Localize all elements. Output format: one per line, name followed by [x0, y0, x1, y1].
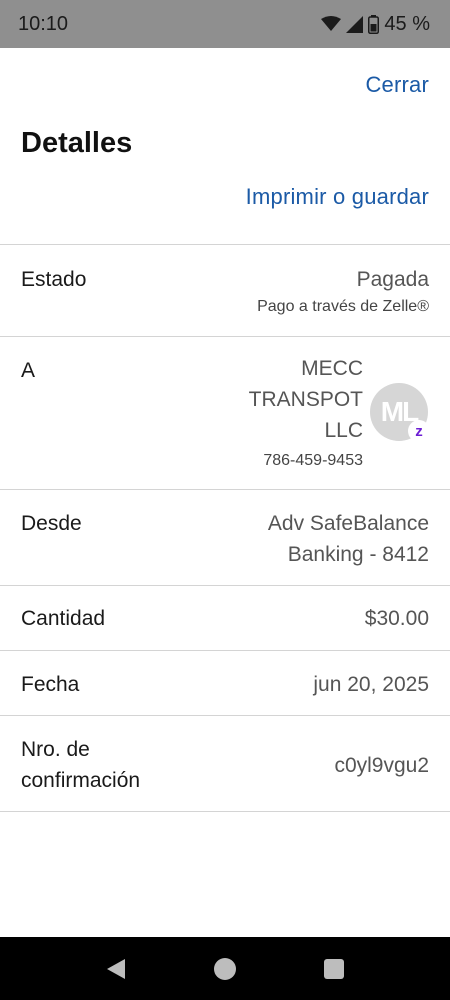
divider [0, 715, 450, 716]
status-bar: 10:10 45 % [0, 0, 450, 48]
amount-label: Cantidad [21, 607, 106, 630]
status-icons: 45 % [321, 13, 430, 36]
payment-method: Pago a través de Zelle® [257, 298, 429, 315]
confirmation-value: c0yl9vgu2 [334, 754, 429, 777]
battery-level: 45 % [384, 12, 430, 35]
divider [0, 336, 450, 337]
status-label: Estado [21, 268, 87, 291]
divider [0, 585, 450, 586]
date-value: jun 20, 2025 [313, 673, 429, 696]
divider [0, 811, 450, 812]
status-time: 10:10 [18, 12, 69, 35]
close-button[interactable]: Cerrar [365, 72, 429, 98]
page-title: Detalles [21, 127, 133, 159]
signal-icon [346, 15, 364, 33]
zelle-badge-letter: z [415, 422, 423, 440]
recipient-phone: 786-459-9453 [263, 452, 363, 469]
date-label: Fecha [21, 673, 80, 696]
from-account: Adv SafeBalance Banking - 8412 [267, 512, 429, 566]
print-or-save-link[interactable]: Imprimir o guardar [246, 184, 429, 210]
recipient-label: A [21, 359, 36, 382]
status-value: Pagada [356, 268, 429, 291]
divider [0, 244, 450, 245]
recipient-name: MECC TRANSPOT LLC [248, 357, 363, 442]
wifi-icon [321, 16, 342, 31]
back-icon[interactable] [105, 958, 127, 980]
zelle-icon: z [408, 420, 430, 442]
recents-icon[interactable] [323, 958, 345, 980]
divider [0, 489, 450, 490]
amount-value: $30.00 [364, 607, 429, 630]
battery-icon [368, 14, 380, 34]
divider [0, 650, 450, 651]
confirmation-label: Nro. de confirmación [21, 738, 141, 792]
from-label: Desde [21, 512, 82, 535]
navigation-bar [0, 937, 450, 1000]
home-icon[interactable] [213, 957, 237, 981]
